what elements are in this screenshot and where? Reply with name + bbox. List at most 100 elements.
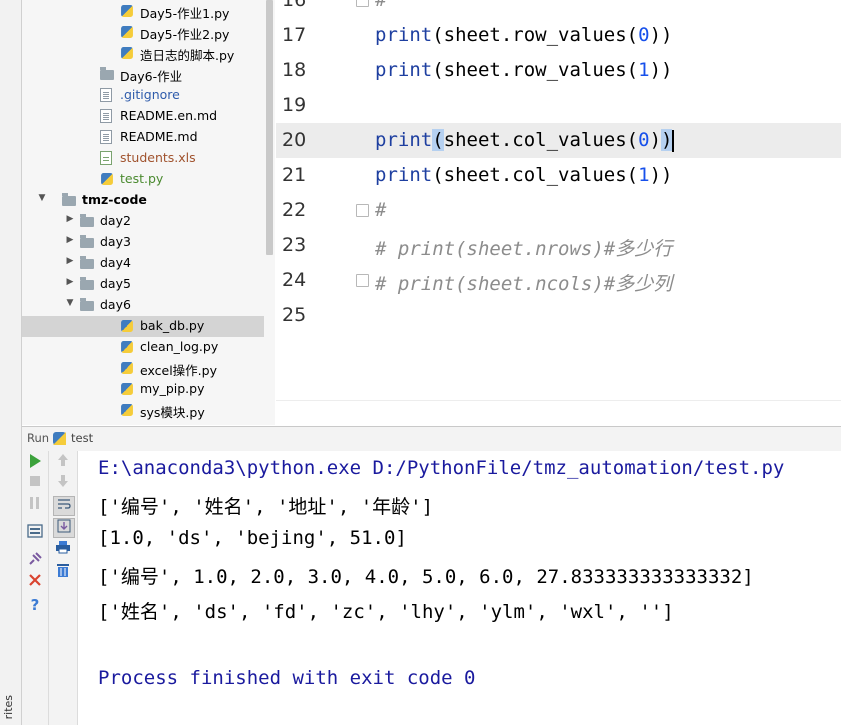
code-line[interactable]: 20 print(sheet.col_values(0)): [276, 123, 841, 158]
restore-layout-icon[interactable]: [25, 523, 45, 541]
chevron-right-icon[interactable]: ▶: [65, 277, 75, 289]
print-icon[interactable]: [53, 540, 73, 558]
tree-node-label: test.py: [120, 171, 164, 186]
tree-node-label: tmz-code: [82, 192, 147, 207]
tree-node[interactable]: Day6-作业: [22, 64, 275, 85]
line-number: 20: [282, 129, 307, 151]
stop-icon[interactable]: [25, 474, 45, 492]
tree-node[interactable]: ▶ day4: [22, 253, 275, 274]
tree-node-label: Day5-作业1.py: [140, 6, 230, 21]
code-text: #: [375, 199, 387, 221]
python-file-icon: [121, 404, 133, 416]
code-line[interactable]: 19: [276, 88, 841, 123]
python-file-icon: [121, 26, 133, 38]
pause-icon[interactable]: [25, 496, 45, 514]
tree-node-label: Day5-作业2.py: [140, 27, 230, 42]
folder-icon: [100, 67, 114, 80]
fold-marker-icon[interactable]: [356, 0, 369, 7]
python-file-icon: [121, 320, 133, 332]
tree-node[interactable]: 造日志的脚本.py: [22, 43, 275, 64]
chevron-down-icon[interactable]: ▼: [37, 193, 47, 205]
tree-node-label: students.xls: [120, 150, 196, 165]
folder-icon: [80, 214, 94, 227]
tree-node[interactable]: Day5-作业1.py: [22, 1, 275, 22]
code-text: print(sheet.col_values(0)): [375, 129, 675, 152]
line-number: 22: [282, 199, 307, 221]
code-editor[interactable]: 16 #17 print(sheet.row_values(0)) 18 print(s…: [276, 0, 841, 425]
tree-node-label: sys模块.py: [140, 405, 205, 420]
line-number: 21: [282, 164, 307, 186]
tree-node[interactable]: Day5-作业2.py: [22, 22, 275, 43]
chevron-down-icon[interactable]: ▼: [65, 298, 75, 310]
tree-node-label: day2: [100, 213, 131, 228]
tree-node-label: day3: [100, 234, 131, 249]
favorites-tab-label[interactable]: rites: [2, 695, 15, 719]
python-file-icon: [121, 341, 133, 353]
tree-node[interactable]: my_pip.py: [22, 379, 275, 400]
pin-icon[interactable]: [25, 551, 45, 569]
tree-node-label: bak_db.py: [140, 318, 205, 333]
tree-node[interactable]: excel操作.py: [22, 358, 275, 379]
code-line[interactable]: 18 print(sheet.row_values(1)): [276, 53, 841, 88]
run-toolbar-secondary: [49, 451, 78, 725]
tree-node-label: day4: [100, 255, 131, 270]
tree-node[interactable]: ▶ day2: [22, 211, 275, 232]
run-tool-window-header: Run test: [22, 426, 841, 452]
chevron-right-icon[interactable]: ▶: [65, 235, 75, 247]
close-icon[interactable]: [25, 573, 45, 591]
code-line[interactable]: 24 # print(sheet.ncols)#多少列: [276, 263, 841, 298]
run-label: Run: [27, 431, 50, 445]
code-line[interactable]: 22 #: [276, 193, 841, 228]
rerun-icon[interactable]: [25, 453, 45, 471]
code-line[interactable]: 21 print(sheet.col_values(1)): [276, 158, 841, 193]
scrollbar-thumb[interactable]: [266, 0, 273, 255]
code-line[interactable]: 16 #: [276, 0, 841, 18]
editor-bottom-area: [276, 400, 841, 426]
chevron-right-icon[interactable]: ▶: [65, 214, 75, 226]
code-line[interactable]: 17 print(sheet.row_values(0)): [276, 18, 841, 53]
tree-node[interactable]: bak_db.py: [22, 316, 275, 337]
code-text: # print(sheet.nrows)#多少行: [375, 238, 673, 260]
tree-node-label: excel操作.py: [140, 363, 217, 378]
folder-icon: [80, 277, 94, 290]
console-output[interactable]: E:\anaconda3\python.exe D:/PythonFile/tm…: [78, 451, 841, 725]
soft-wrap-icon[interactable]: [53, 496, 75, 516]
trash-icon[interactable]: [53, 562, 73, 580]
tree-node[interactable]: README.en.md: [22, 106, 275, 127]
text-file-icon: [100, 109, 112, 123]
code-text: #: [375, 0, 387, 11]
run-config-tab[interactable]: test: [71, 431, 93, 445]
tree-node[interactable]: ▶ day3: [22, 232, 275, 253]
line-number: 19: [282, 94, 307, 116]
scroll-to-end-icon[interactable]: [53, 518, 75, 538]
chevron-right-icon[interactable]: ▶: [65, 256, 75, 268]
python-icon: [53, 432, 66, 445]
help-icon[interactable]: ?: [25, 596, 45, 614]
project-tree-scrollbar[interactable]: [264, 0, 275, 425]
tree-node[interactable]: README.md: [22, 127, 275, 148]
spreadsheet-file-icon: [100, 151, 112, 165]
scroll-up-icon[interactable]: [53, 453, 73, 471]
project-tree: Day5-作业1.py Day5-作业2.py 造日志的脚本.py Day6-作业 .g…: [22, 0, 275, 425]
tree-node-label: README.en.md: [120, 108, 218, 123]
code-line[interactable]: 25: [276, 298, 841, 333]
text-caret: [672, 129, 675, 152]
tree-node[interactable]: ▼ day6: [22, 295, 275, 316]
tree-node-label: Day6-作业: [120, 69, 183, 84]
tree-node-label: day6: [100, 297, 131, 312]
folder-icon: [80, 235, 94, 248]
tree-node[interactable]: test.py: [22, 169, 275, 190]
code-line[interactable]: 23 # print(sheet.nrows)#多少行: [276, 228, 841, 263]
tree-node[interactable]: clean_log.py: [22, 337, 275, 358]
tree-node[interactable]: .gitignore: [22, 85, 275, 106]
scroll-down-icon[interactable]: [53, 474, 73, 492]
tree-node[interactable]: students.xls: [22, 148, 275, 169]
tree-node[interactable]: ▶ day5: [22, 274, 275, 295]
tree-node[interactable]: ▼ tmz-code: [22, 190, 275, 211]
tree-node[interactable]: sys模块.py: [22, 400, 275, 421]
fold-marker-icon[interactable]: [356, 274, 369, 287]
tree-node-label: 造日志的脚本.py: [140, 48, 235, 63]
fold-marker-icon[interactable]: [356, 204, 369, 217]
console-output-line: ['编号', '姓名', '地址', '年龄']: [98, 496, 434, 518]
console-output-line: ['姓名', 'ds', 'fd', 'zc', 'lhy', 'ylm', '…: [98, 601, 674, 623]
